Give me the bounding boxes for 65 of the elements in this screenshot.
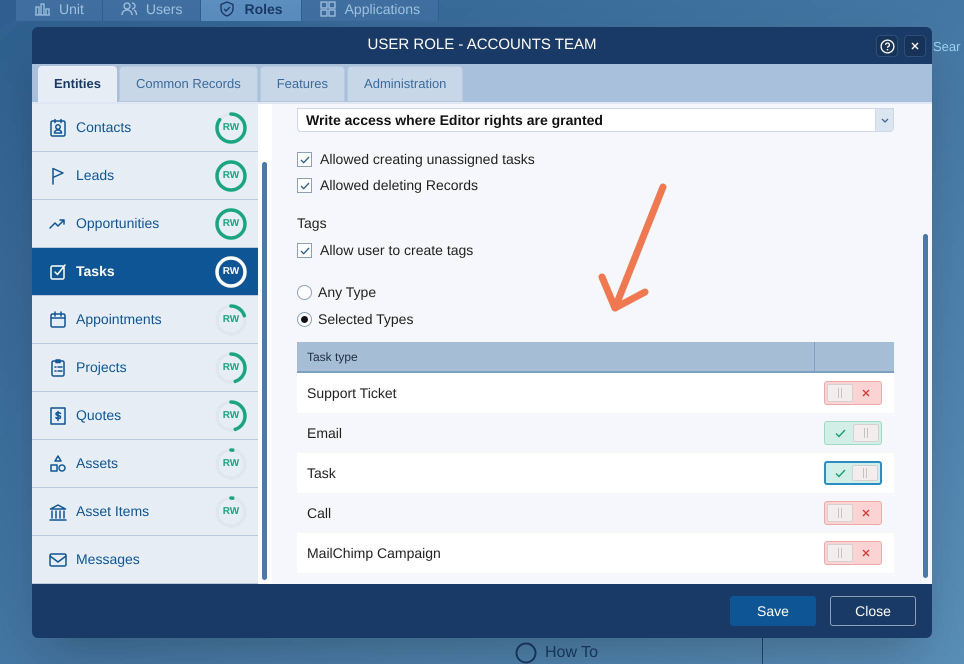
toggle-switch[interactable] [824,501,882,525]
calendar-icon [48,310,68,330]
x-icon [862,389,870,397]
checkbox-label: Allowed creating unassigned tasks [320,150,535,169]
rw-badge: RW [214,254,248,288]
column-header: Task type [297,342,815,371]
chevron-down-icon [880,118,888,122]
checkbox-icon [48,262,68,282]
rw-badge: RW [214,446,248,480]
dialog-tab[interactable]: Common Records [118,66,258,102]
task-type-cell-text: Email [307,424,344,442]
radio-button[interactable] [297,312,312,327]
help-button[interactable] [876,35,898,57]
task-type-cell-text: Task [307,464,337,482]
check-icon [300,182,310,190]
checkbox-label: Allowed deleting Records [320,176,478,195]
x-icon [862,509,870,517]
radio-button[interactable] [297,285,312,300]
dollar-document-icon [48,406,68,426]
rw-badge: RW [214,398,248,432]
rw-badge: RW [214,350,248,384]
entity-item[interactable]: Tasks RW [32,248,258,296]
users-icon [120,1,138,17]
help-icon [880,38,894,54]
bank-icon [48,502,68,522]
page-tab[interactable]: Roles [201,0,302,21]
checkbox[interactable] [297,178,312,193]
check-icon [300,156,310,164]
toggle-switch[interactable] [824,381,882,405]
save-button[interactable]: Save [730,596,816,626]
close-icon [911,42,919,50]
help-icon [515,642,537,664]
checkbox-label: Allow user to create tags [320,241,474,260]
dialog-tab[interactable]: Features [260,66,346,102]
rw-badge: RW [214,206,248,240]
toggle-switch[interactable] [824,421,882,445]
checkbox[interactable] [297,152,312,167]
close-button[interactable] [904,35,926,57]
close-button[interactable]: Close [830,596,916,626]
x-icon [862,549,870,557]
chart-icon [34,1,51,17]
dialog-tab[interactable]: Administration [347,66,464,102]
radio-label: Selected Types [318,310,414,329]
rw-badge: RW [214,494,248,528]
rw-badge: RW [214,110,248,144]
check-icon [834,468,846,478]
task-type-cell-text: Call [307,504,332,522]
task-type-cell-text: MailChimp Campaign [307,544,442,563]
rw-badge: RW [214,158,248,192]
toggle-switch[interactable] [824,461,882,485]
rw-badge: RW [214,302,248,336]
check-icon [300,246,310,254]
grid-icon [320,1,337,17]
contact-card-icon [48,118,68,138]
shield-icon [219,1,236,17]
radio-label: Any Type [318,283,376,302]
dialog-title: USER ROLE - ACCOUNTS TEAM [368,35,596,56]
access-select[interactable]: Write access where Editor rights are granted [297,108,894,132]
checkbox[interactable] [297,243,312,258]
tags-heading: Tags [297,214,328,233]
toggle-switch[interactable] [824,541,882,565]
dialog-tab[interactable]: Entities [38,66,117,102]
task-type-cell-text: Support Ticket [307,384,398,403]
shapes-icon [48,454,68,474]
check-icon [834,428,846,438]
